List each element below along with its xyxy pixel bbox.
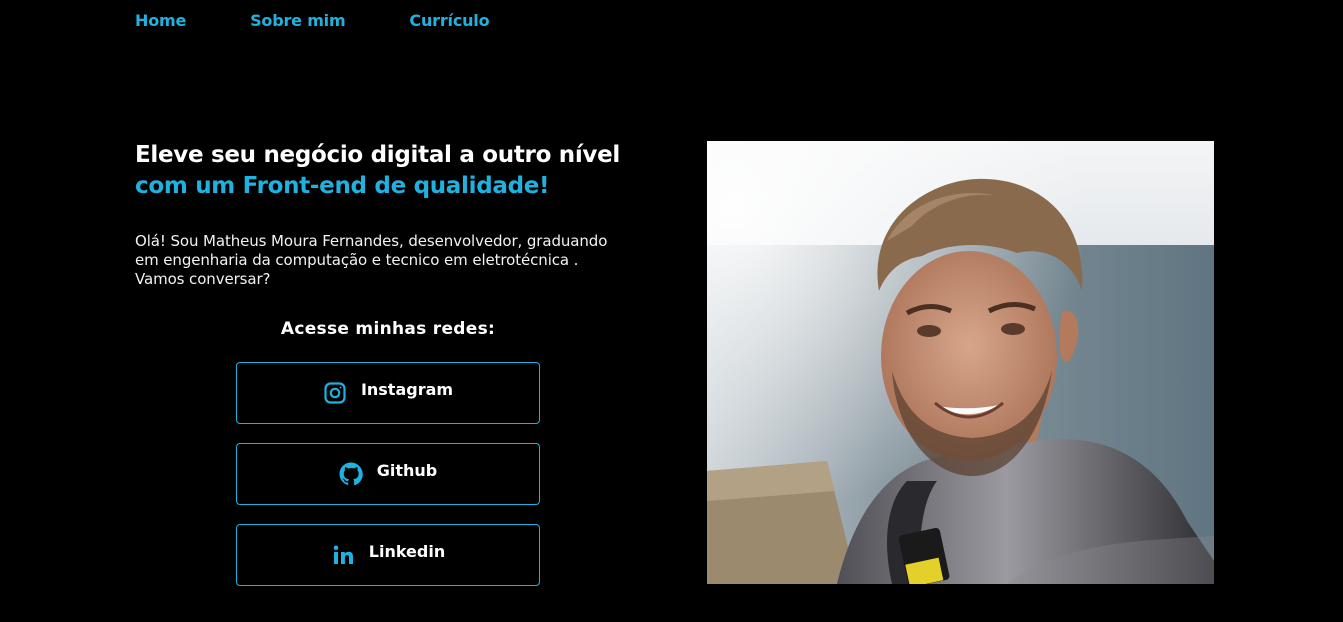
- instagram-label: Instagram: [360, 379, 454, 399]
- social-title: Acesse minhas redes:: [280, 319, 496, 339]
- top-nav: Home Sobre mim Currículo: [135, 11, 553, 30]
- intro-line: Olá! Sou Matheus Moura Fernandes, desenv…: [135, 232, 608, 250]
- hero-title-line1: Eleve seu negócio digital a outro nível: [135, 142, 621, 168]
- hero-title: Eleve seu negócio digital a outro nível …: [135, 140, 655, 202]
- nav-home-link[interactable]: Home: [135, 11, 186, 30]
- github-button[interactable]: Github: [236, 443, 540, 505]
- hero-title-line2: com um Front-end de qualidade!: [135, 173, 550, 199]
- linkedin-label: Linkedin: [368, 541, 446, 561]
- hero-section: Eleve seu negócio digital a outro nível …: [135, 140, 655, 289]
- nav-resume-link[interactable]: Currículo: [409, 11, 489, 30]
- linkedin-button[interactable]: Linkedin: [236, 524, 540, 586]
- github-icon: [339, 462, 363, 486]
- linkedin-icon: [331, 543, 355, 567]
- intro-line: em engenharia da computação e tecnico em…: [135, 251, 579, 269]
- profile-photo: [707, 141, 1214, 584]
- intro-text: Olá! Sou Matheus Moura Fernandes, desenv…: [135, 232, 655, 289]
- github-label: Github: [376, 460, 438, 480]
- intro-line: Vamos conversar?: [135, 270, 271, 288]
- nav-about-link[interactable]: Sobre mim: [250, 11, 346, 30]
- instagram-button[interactable]: Instagram: [236, 362, 540, 424]
- instagram-icon: [323, 381, 347, 405]
